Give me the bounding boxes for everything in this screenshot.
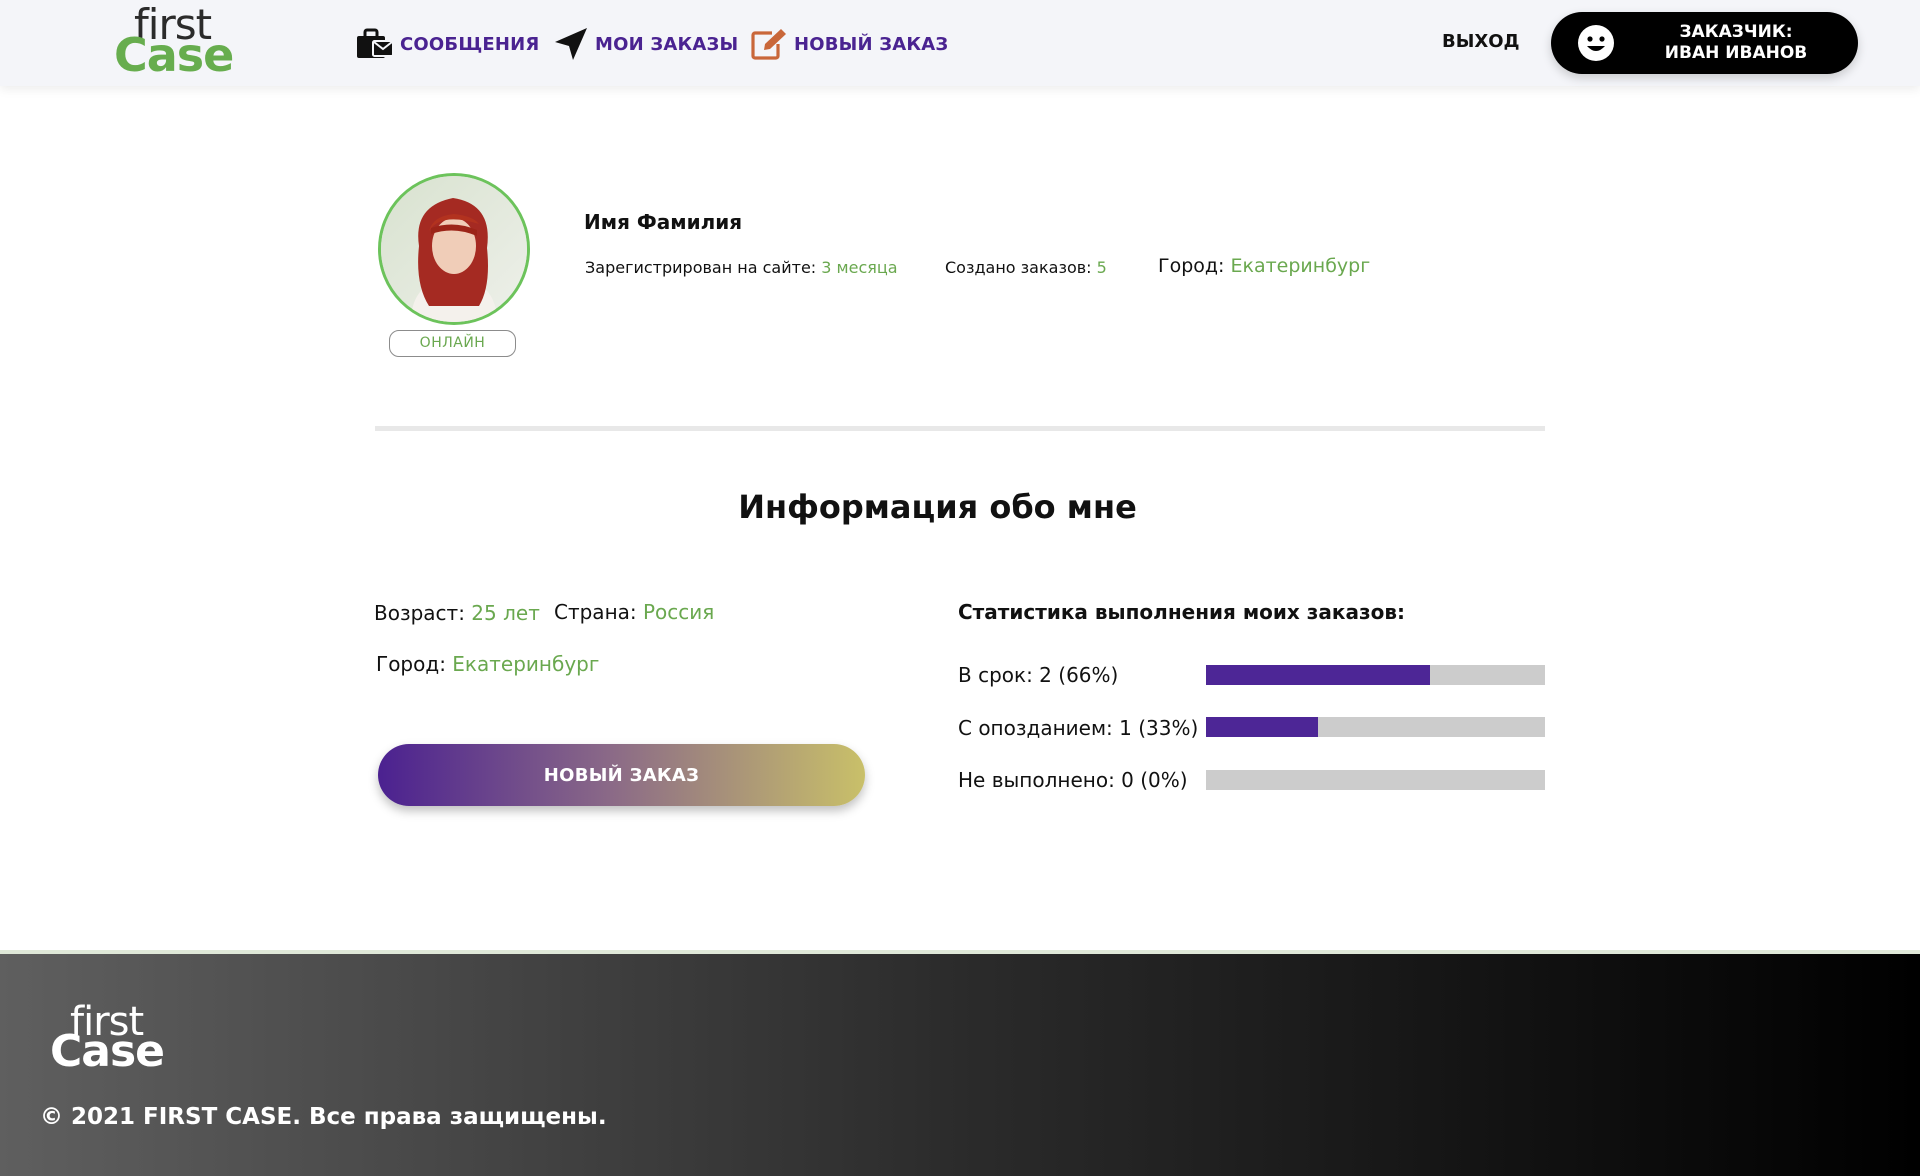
user-role: ЗАКАЗЧИК:: [1679, 22, 1793, 42]
nav-messages[interactable]: СООБЩЕНИЯ: [356, 26, 539, 62]
profile-name: Имя Фамилия: [584, 210, 743, 234]
footer-logo[interactable]: first Case: [50, 1002, 170, 1078]
stat-late-label: С опозданием: 1 (33%): [958, 716, 1199, 740]
registered-label: Зарегистрирован на сайте:: [585, 258, 817, 277]
registered-info: Зарегистрирован на сайте: 3 месяца: [585, 258, 898, 277]
profile-city-label: Город:: [1158, 255, 1225, 277]
online-status-badge: ОНЛАЙН: [389, 330, 516, 357]
smiley-icon: [1577, 24, 1615, 62]
briefcase-mail-icon: [356, 27, 394, 61]
registered-value: 3 месяца: [821, 258, 898, 277]
copyright: © 2021 FIRST CASE. Все права защищены.: [40, 1104, 607, 1130]
new-order-button[interactable]: НОВЫЙ ЗАКАЗ: [378, 744, 865, 806]
nav-messages-label: СООБЩЕНИЯ: [400, 33, 540, 55]
footer: first Case © 2021 FIRST CASE. Все права …: [0, 950, 1920, 1176]
about-city-info: Город: Екатеринбург: [376, 652, 599, 676]
about-city-label: Город:: [376, 652, 446, 676]
stat-on-time-bar: [1206, 665, 1545, 685]
user-role-name: ЗАКАЗЧИК: ИВАН ИВАНОВ: [1631, 22, 1841, 64]
location-arrow-icon: [553, 26, 589, 62]
nav-my-orders[interactable]: МОИ ЗАКАЗЫ: [553, 26, 738, 62]
stat-on-time-label: В срок: 2 (66%): [958, 663, 1119, 687]
stats-title: Статистика выполнения моих заказов:: [958, 600, 1406, 624]
stat-late-bar: [1206, 717, 1545, 737]
orders-created-value: 5: [1096, 258, 1107, 277]
stat-failed-label: Не выполнено: 0 (0%): [958, 768, 1188, 792]
section-divider: [375, 426, 1545, 431]
about-title: Информация обо мне: [738, 488, 1137, 526]
nav-new-order[interactable]: НОВЫЙ ЗАКАЗ: [750, 26, 948, 62]
nav-new-order-label: НОВЫЙ ЗАКАЗ: [794, 33, 949, 55]
country-label: Страна:: [554, 600, 637, 624]
user-name: ИВАН ИВАНОВ: [1664, 43, 1808, 63]
orders-created-info: Создано заказов: 5: [945, 258, 1107, 277]
top-header: first Case СООБЩЕНИЯ МОИ ЗАКАЗЫ НОВЫЙ ЗА…: [0, 0, 1920, 86]
age-label: Возраст:: [374, 601, 465, 625]
profile-city-info: Город: Екатеринбург: [1158, 255, 1370, 277]
nav-my-orders-label: МОИ ЗАКАЗЫ: [595, 33, 739, 55]
footer-logo-case: Case: [50, 1026, 165, 1077]
logo-case: Case: [114, 28, 234, 82]
stat-on-time-fill: [1206, 665, 1430, 685]
age-value: 25 лет: [471, 601, 540, 625]
profile-city-value: Екатеринбург: [1230, 255, 1371, 277]
user-account-button[interactable]: ЗАКАЗЧИК: ИВАН ИВАНОВ: [1551, 12, 1858, 74]
stat-failed-bar: [1206, 770, 1545, 790]
country-value: Россия: [643, 600, 715, 624]
logout-link[interactable]: ВЫХОД: [1442, 31, 1520, 52]
stat-late-fill: [1206, 717, 1318, 737]
edit-icon: [750, 27, 788, 61]
site-logo[interactable]: first Case: [112, 4, 234, 82]
age-info: Возраст: 25 лет: [374, 601, 540, 625]
orders-created-label: Создано заказов:: [945, 258, 1092, 277]
avatar: [378, 173, 530, 325]
country-info: Страна: Россия: [554, 600, 714, 624]
about-city-value: Екатеринбург: [452, 652, 600, 676]
